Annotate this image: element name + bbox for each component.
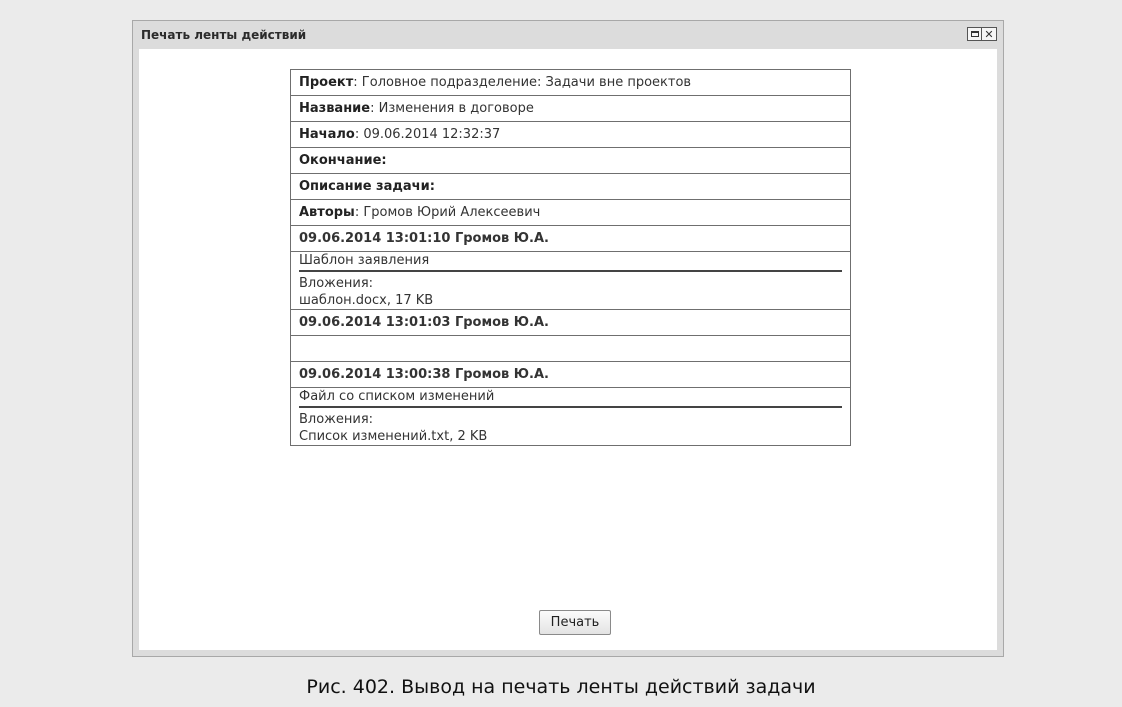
- description-label: Описание задачи: [299, 179, 430, 194]
- table-row: Авторы: Громов Юрий Алексеевич: [290, 199, 851, 226]
- table-row: Начало: 09.06.2014 12:32:37: [290, 121, 851, 148]
- action-feed-table: Проект: Головное подразделение: Задачи в…: [290, 69, 851, 446]
- start-field: Начало: 09.06.2014 12:32:37: [290, 121, 851, 148]
- description-value: :: [429, 179, 435, 194]
- authors-label: Авторы: [299, 205, 355, 220]
- table-row: 09.06.2014 13:01:10 Громов Ю.А.: [290, 225, 851, 252]
- start-value: : 09.06.2014 12:32:37: [354, 127, 501, 142]
- authors-field: Авторы: Громов Юрий Алексеевич: [290, 199, 851, 226]
- table-row: [290, 335, 851, 362]
- end-field: Окончание:: [290, 147, 851, 174]
- figure-caption: Рис. 402. Вывод на печать ленты действий…: [306, 676, 816, 698]
- entry-body: Шаблон заявления Вложения: шаблон.docx, …: [290, 251, 851, 310]
- attachment-item: Список изменений.txt, 2 KB: [299, 429, 488, 444]
- project-label: Проект: [299, 75, 354, 90]
- entry-header: 09.06.2014 13:01:03 Громов Ю.А.: [290, 309, 851, 336]
- name-label: Название: [299, 101, 371, 116]
- name-value: : Изменения в договоре: [370, 101, 534, 116]
- window-content: Проект: Головное подразделение: Задачи в…: [139, 49, 997, 650]
- window-title: Печать ленты действий: [141, 28, 307, 42]
- table-row: Файл со списком изменений Вложения: Спис…: [290, 387, 851, 446]
- table-row: 09.06.2014 13:00:38 Громов Ю.А.: [290, 361, 851, 388]
- table-row: Описание задачи:: [290, 173, 851, 200]
- window-titlebar[interactable]: Печать ленты действий ✕: [133, 21, 1003, 49]
- table-row: Название: Изменения в договоре: [290, 95, 851, 122]
- project-value: : Головное подразделение: Задачи вне про…: [353, 75, 692, 90]
- table-row: Шаблон заявления Вложения: шаблон.docx, …: [290, 251, 851, 310]
- attachment-item: шаблон.docx, 17 KB: [299, 293, 434, 308]
- attachments-label: Вложения:: [299, 412, 374, 427]
- table-row: 09.06.2014 13:01:03 Громов Ю.А.: [290, 309, 851, 336]
- table-row: Проект: Головное подразделение: Задачи в…: [290, 69, 851, 96]
- window-controls: ✕: [967, 27, 997, 41]
- print-feed-window: Печать ленты действий ✕ Проект: Головное…: [132, 20, 1004, 657]
- start-label: Начало: [299, 127, 355, 142]
- name-field: Название: Изменения в договоре: [290, 95, 851, 122]
- table-row: Окончание:: [290, 147, 851, 174]
- restore-window-icon[interactable]: [967, 27, 982, 41]
- print-button[interactable]: Печать: [539, 610, 611, 635]
- end-label: Окончание: [299, 153, 382, 168]
- entry-subject: Файл со списком изменений: [299, 388, 842, 408]
- entry-header: 09.06.2014 13:00:38 Громов Ю.А.: [290, 361, 851, 388]
- entry-body: Файл со списком изменений Вложения: Спис…: [290, 387, 851, 446]
- entry-header: 09.06.2014 13:01:10 Громов Ю.А.: [290, 225, 851, 252]
- project-field: Проект: Головное подразделение: Задачи в…: [290, 69, 851, 96]
- entry-subject: Шаблон заявления: [299, 252, 842, 272]
- description-field: Описание задачи:: [290, 173, 851, 200]
- close-icon[interactable]: ✕: [982, 27, 997, 41]
- authors-value: : Громов Юрий Алексеевич: [354, 205, 541, 220]
- end-value: :: [381, 153, 387, 168]
- entry-body-empty: [290, 335, 851, 362]
- attachments-label: Вложения:: [299, 276, 374, 291]
